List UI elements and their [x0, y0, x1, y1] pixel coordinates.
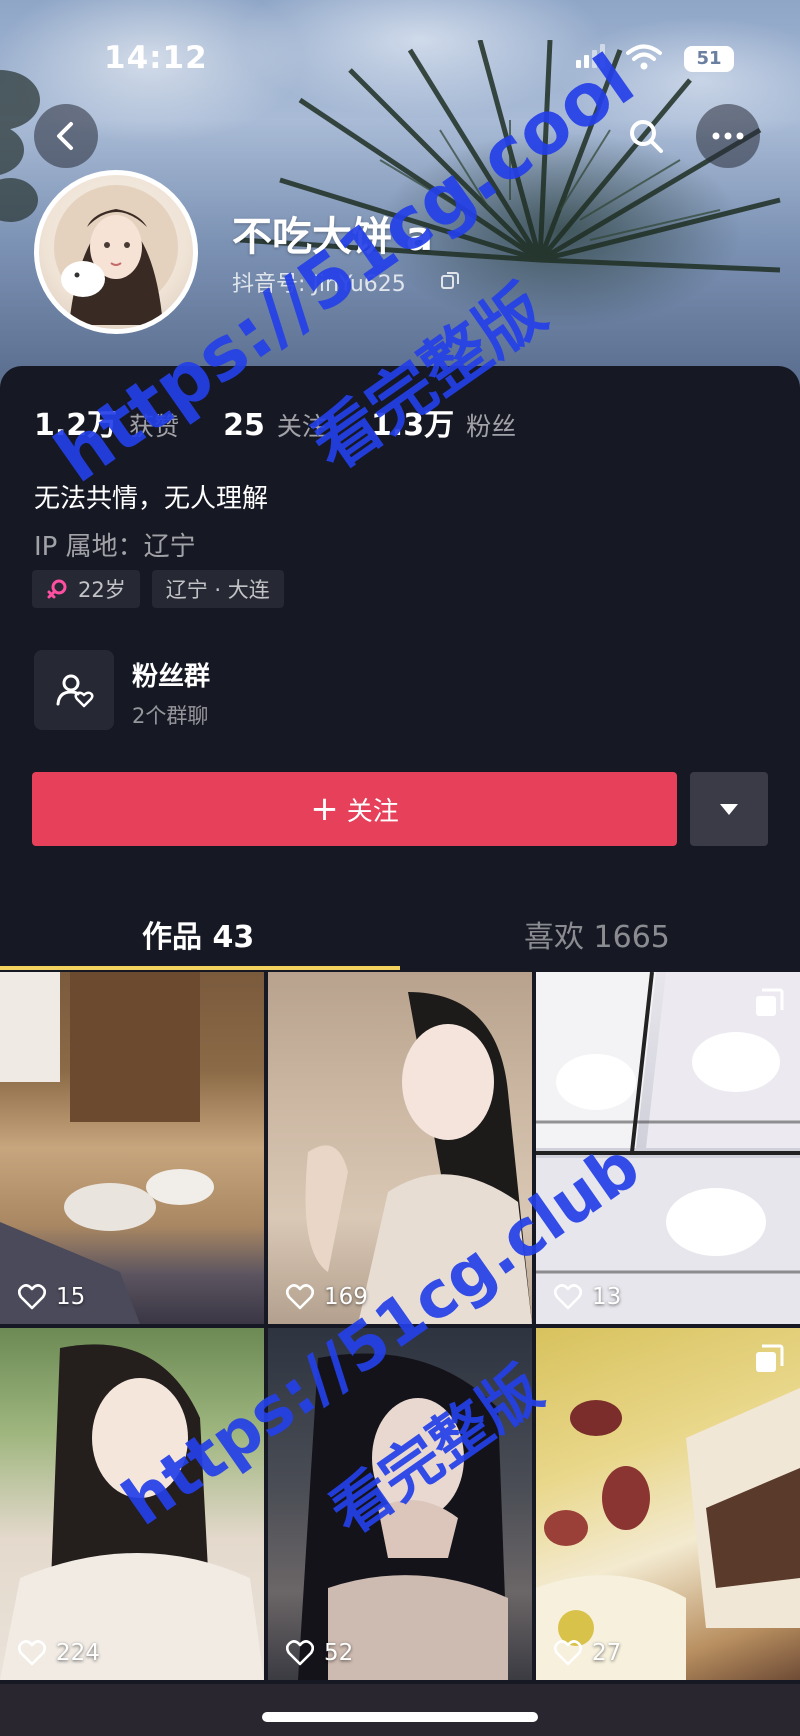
avatar[interactable] — [34, 170, 198, 334]
fan-group-icon — [56, 674, 94, 708]
video-likes: 52 — [286, 1640, 353, 1666]
video-likes-count: 13 — [592, 1284, 622, 1310]
multi-image-icon — [756, 1344, 784, 1372]
ip-location: IP 属地：辽宁 — [34, 532, 196, 562]
active-tab-indicator — [0, 966, 400, 970]
profile-tags: 22岁 辽宁 · 大连 — [32, 570, 296, 608]
video-likes: 224 — [18, 1640, 100, 1666]
tab-likes[interactable]: 喜欢 1665 — [524, 912, 670, 956]
caret-down-icon — [720, 804, 738, 815]
video-likes-count: 52 — [324, 1640, 354, 1666]
video-likes: 15 — [18, 1284, 85, 1310]
profile-bio: 无法共情，无人理解 — [34, 484, 269, 514]
content-tabs: 作品 43 喜欢 1665 — [0, 892, 800, 972]
status-bar: 14:12 51 — [0, 34, 800, 82]
chevron-left-icon — [57, 122, 73, 150]
video-likes: 169 — [286, 1284, 368, 1310]
stat-following-value: 25 — [223, 408, 265, 443]
profile-page: 14:12 51 不吃大饼 a 抖音号: JinYu625 1.2万 获赞 25… — [0, 0, 800, 1736]
more-options-button[interactable] — [696, 104, 760, 168]
follow-button[interactable]: + 关注 — [32, 772, 677, 846]
video-thumbnail[interactable]: 27 — [536, 1328, 800, 1680]
status-time: 14:12 — [104, 40, 208, 76]
age-tag: 22岁 — [32, 570, 140, 608]
video-thumbnail[interactable]: 13 — [536, 972, 800, 1324]
cats-collage-image — [536, 972, 800, 1324]
more-dots-icon — [712, 132, 744, 140]
next-row-peek — [0, 1684, 800, 1736]
video-thumbnail[interactable]: 15 — [0, 972, 264, 1324]
video-likes-count: 15 — [56, 1284, 86, 1310]
home-indicator[interactable] — [262, 1712, 538, 1722]
heart-icon — [286, 1640, 314, 1666]
avatar-illustration — [54, 185, 178, 325]
age-tag-label: 22岁 — [78, 578, 126, 602]
follow-button-label: 关注 — [346, 796, 399, 827]
heart-icon — [554, 1640, 582, 1666]
fan-group-subtitle: 2个群聊 — [132, 704, 209, 728]
heart-icon — [18, 1284, 46, 1310]
fan-group-title: 粉丝群 — [132, 662, 211, 692]
heart-icon — [18, 1640, 46, 1666]
heart-icon — [554, 1284, 582, 1310]
heart-icon — [286, 1284, 314, 1310]
fan-group-icon-box — [34, 650, 114, 730]
cat-on-floor-image — [0, 972, 214, 1324]
back-button[interactable] — [34, 104, 98, 168]
recommend-dropdown-button[interactable] — [690, 772, 768, 846]
stat-followers-label: 粉丝 — [466, 412, 517, 441]
fan-group-entry[interactable]: 粉丝群 2个群聊 — [34, 650, 534, 732]
wifi-icon — [626, 44, 662, 70]
video-likes-count: 27 — [592, 1640, 622, 1666]
video-likes: 13 — [554, 1284, 621, 1310]
multi-image-icon — [756, 988, 784, 1016]
search-icon — [630, 120, 663, 153]
copy-icon[interactable] — [440, 270, 460, 290]
plus-icon: + — [310, 789, 339, 829]
region-tag: 辽宁 · 大连 — [151, 570, 284, 608]
cake-dessert-image — [536, 1388, 800, 1680]
battery-indicator: 51 — [684, 46, 734, 72]
video-likes: 27 — [554, 1640, 621, 1666]
region-tag-label: 辽宁 · 大连 — [165, 578, 270, 602]
female-icon — [47, 579, 67, 599]
tab-works[interactable]: 作品 43 — [142, 912, 254, 956]
video-likes-count: 224 — [56, 1640, 100, 1666]
